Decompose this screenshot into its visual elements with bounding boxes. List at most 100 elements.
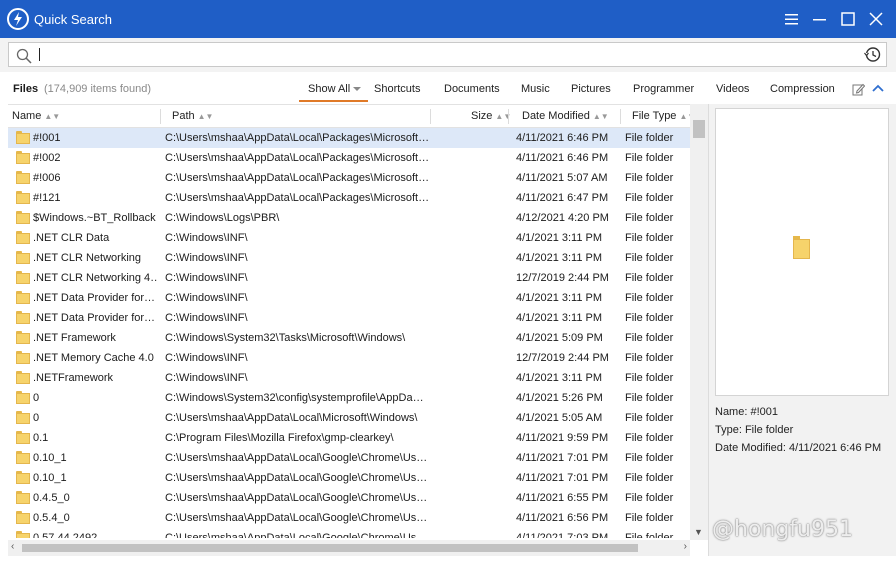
chevron-up-icon[interactable] — [872, 83, 884, 96]
row-name: 0 — [33, 392, 40, 404]
folder-icon — [16, 531, 31, 538]
row-file-type: File folder — [625, 152, 674, 164]
tab-shortcuts[interactable]: Shortcuts — [374, 83, 420, 95]
row-file-type: File folder — [625, 332, 674, 344]
row-date-modified: 12/7/2019 2:44 PM — [516, 272, 609, 284]
column-date-modified[interactable]: Date Modified ▲▼ — [522, 110, 609, 122]
folder-icon — [16, 251, 31, 264]
table-row[interactable]: .NET CLR Data C:\Windows\INF\ 4/1/2021 3:1… — [8, 228, 690, 248]
scroll-right-arrow-icon[interactable]: › — [684, 541, 687, 552]
table-row[interactable]: 0.10_1 C:\Users\mshaa\AppData\Local\Googl… — [8, 468, 690, 488]
table-row[interactable]: 0.5.4_0 C:\Users\mshaa\AppData\Local\Goog… — [8, 508, 690, 528]
column-file-type[interactable]: File Type ▲▼ — [632, 110, 695, 122]
row-path: C:\Windows\INF\ — [165, 372, 248, 384]
filter-bar: Files (174,909 items found) Show All Sho… — [0, 72, 896, 104]
edit-icon[interactable] — [852, 83, 866, 99]
row-path: C:\Users\mshaa\AppData\Local\Packages\Mi… — [165, 172, 430, 184]
column-divider[interactable] — [508, 109, 509, 124]
file-list[interactable]: #!001 C:\Users\mshaa\AppData\Local\Packag… — [8, 128, 690, 538]
row-path: C:\Windows\INF\ — [165, 232, 248, 244]
table-row[interactable]: 0 C:\Users\mshaa\AppData\Local\Microsoft\… — [8, 408, 690, 428]
column-divider[interactable] — [620, 109, 621, 124]
preview-name: Name: #!001 — [715, 406, 778, 418]
table-row[interactable]: .NET Data Provider for… C:\Windows\INF\ 4/… — [8, 308, 690, 328]
table-row[interactable]: 0.4.5_0 C:\Users\mshaa\AppData\Local\Goog… — [8, 488, 690, 508]
scroll-thumb[interactable] — [693, 120, 705, 138]
table-row[interactable]: 0.10_1 C:\Users\mshaa\AppData\Local\Googl… — [8, 448, 690, 468]
tab-show-all[interactable]: Show All — [299, 83, 369, 102]
scroll-down-arrow-icon[interactable]: ▼ — [694, 527, 703, 537]
history-icon[interactable] — [864, 46, 881, 66]
minimize-button[interactable] — [806, 0, 834, 38]
tab-documents[interactable]: Documents — [444, 83, 500, 95]
row-path: C:\Windows\Logs\PBR\ — [165, 212, 280, 224]
table-row[interactable]: .NET CLR Networking 4… C:\Windows\INF\ 12/… — [8, 268, 690, 288]
search-bar — [0, 38, 896, 72]
menu-icon[interactable] — [778, 0, 806, 38]
row-file-type: File folder — [625, 252, 674, 264]
table-row[interactable]: #!001 C:\Users\mshaa\AppData\Local\Packag… — [8, 128, 690, 148]
tab-videos[interactable]: Videos — [716, 83, 749, 95]
preview-box — [715, 108, 889, 396]
folder-icon — [16, 331, 31, 344]
column-size[interactable]: Size ▲▼ — [471, 110, 511, 122]
table-row[interactable]: .NET Framework C:\Windows\System32\Tasks\… — [8, 328, 690, 348]
folder-icon — [16, 391, 31, 404]
table-row[interactable]: 0 C:\Windows\System32\config\systemprofil… — [8, 388, 690, 408]
search-input[interactable] — [8, 42, 887, 67]
table-row[interactable]: .NET Memory Cache 4.0 C:\Windows\INF\ 12/7… — [8, 348, 690, 368]
scroll-left-arrow-icon[interactable]: ‹ — [11, 541, 14, 552]
table-row[interactable]: 0.1 C:\Program Files\Mozilla Firefox\gmp-… — [8, 428, 690, 448]
table-row[interactable]: .NET Data Provider for… C:\Windows\INF\ 4/… — [8, 288, 690, 308]
row-path: C:\Windows\INF\ — [165, 272, 248, 284]
preview-type: Type: File folder — [715, 424, 794, 436]
row-name: 0.10_1 — [33, 472, 67, 484]
tab-music[interactable]: Music — [521, 83, 550, 95]
table-row[interactable]: #!002 C:\Users\mshaa\AppData\Local\Packag… — [8, 148, 690, 168]
column-name[interactable]: Name ▲▼ — [12, 110, 60, 122]
row-file-type: File folder — [625, 232, 674, 244]
column-path[interactable]: Path ▲▼ — [172, 110, 213, 122]
folder-icon — [16, 211, 31, 224]
row-path: C:\Windows\INF\ — [165, 252, 248, 264]
folder-icon — [16, 231, 31, 244]
row-file-type: File folder — [625, 512, 674, 524]
maximize-button[interactable] — [834, 0, 862, 38]
watermark: @hongfu951 — [712, 517, 853, 542]
column-divider[interactable] — [430, 109, 431, 124]
title-bar: Quick Search — [0, 0, 896, 38]
row-file-type: File folder — [625, 372, 674, 384]
table-row[interactable]: .NET CLR Networking C:\Windows\INF\ 4/1/20… — [8, 248, 690, 268]
folder-icon — [16, 271, 31, 284]
row-name: #!001 — [33, 132, 61, 144]
table-row[interactable]: $Windows.~BT_Rollback C:\Windows\Logs\PBR… — [8, 208, 690, 228]
row-date-modified: 4/11/2021 5:07 AM — [516, 172, 608, 184]
row-file-type: File folder — [625, 392, 674, 404]
row-path: C:\Windows\System32\Tasks\Microsoft\Wind… — [165, 332, 406, 344]
folder-icon — [16, 431, 31, 444]
table-row[interactable]: #!121 C:\Users\mshaa\AppData\Local\Packag… — [8, 188, 690, 208]
row-path: C:\Windows\INF\ — [165, 312, 248, 324]
scroll-thumb[interactable] — [22, 544, 638, 552]
sort-icon: ▲▼ — [44, 112, 61, 121]
row-date-modified: 4/1/2021 5:09 PM — [516, 332, 603, 344]
vertical-scrollbar[interactable]: ▼ — [690, 104, 708, 540]
tab-pictures[interactable]: Pictures — [571, 83, 611, 95]
row-path: C:\Users\mshaa\AppData\Local\Packages\Mi… — [165, 132, 430, 144]
table-row[interactable]: 0.57.44.2492 C:\Users\mshaa\AppData\Local… — [8, 528, 690, 538]
row-name: .NET Memory Cache 4.0 — [33, 352, 154, 364]
column-divider[interactable] — [160, 109, 161, 124]
column-header-row: Name ▲▼ Path ▲▼ Size ▲▼ Date Modified ▲▼ Fil… — [8, 104, 708, 128]
row-name: 0.4.5_0 — [33, 492, 70, 504]
table-row[interactable]: #!006 C:\Users\mshaa\AppData\Local\Packag… — [8, 168, 690, 188]
horizontal-scrollbar[interactable]: ‹ › — [8, 540, 690, 556]
text-caret — [39, 48, 40, 61]
row-path: C:\Users\mshaa\AppData\Local\Google\Chro… — [165, 452, 428, 464]
row-name: #!002 — [33, 152, 61, 164]
tab-programmer[interactable]: Programmer — [633, 83, 694, 95]
row-file-type: File folder — [625, 352, 674, 364]
table-row[interactable]: .NETFramework C:\Windows\INF\ 4/1/2021 3:1… — [8, 368, 690, 388]
close-button[interactable] — [862, 0, 890, 38]
tab-compression[interactable]: Compression — [770, 83, 835, 95]
app-logo-icon — [7, 8, 29, 30]
